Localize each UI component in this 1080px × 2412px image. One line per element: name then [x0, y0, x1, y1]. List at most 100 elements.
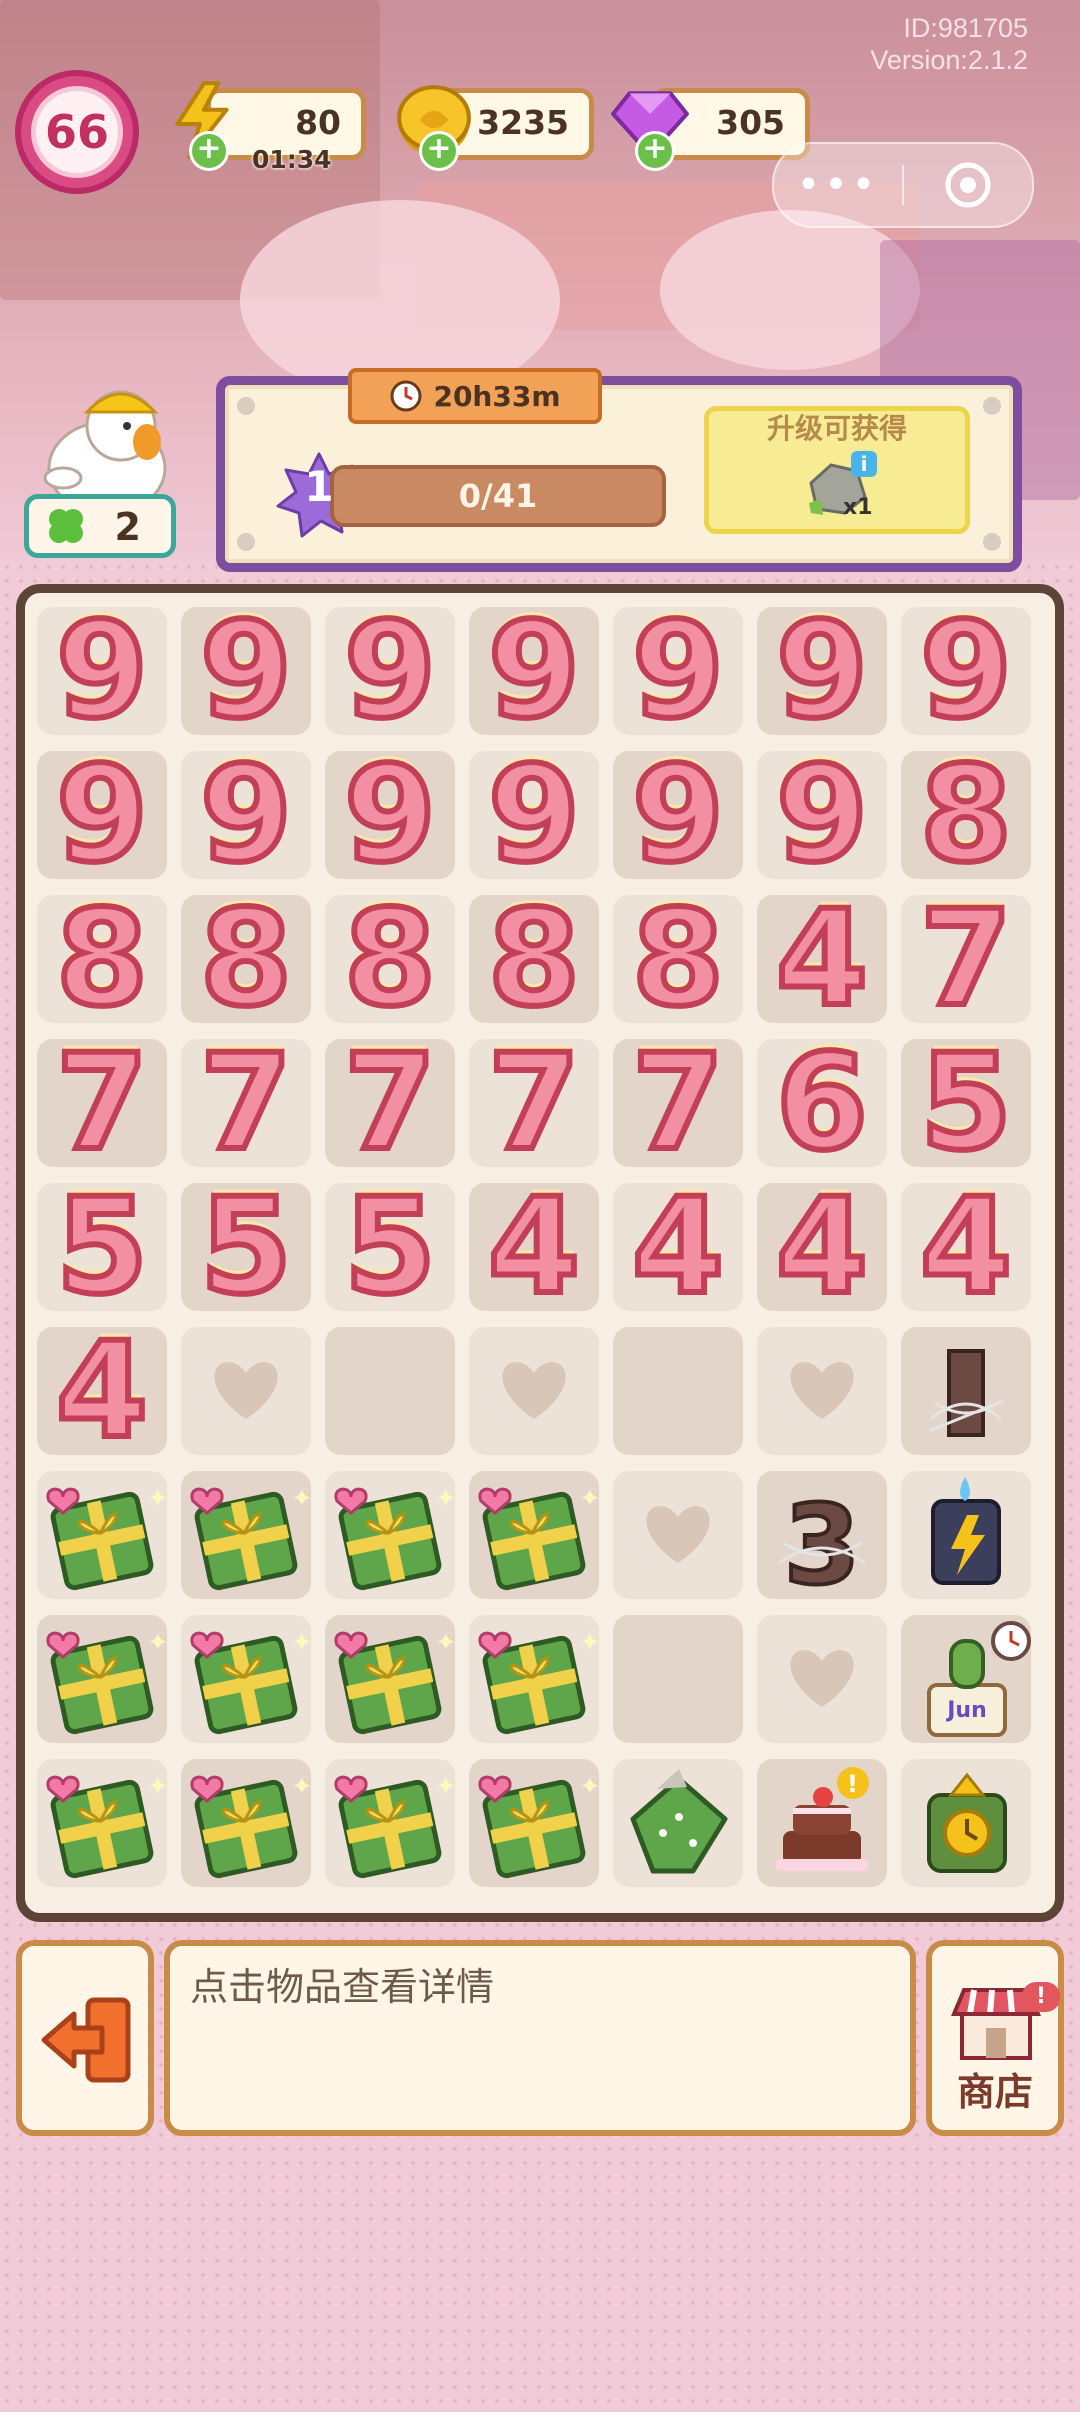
quest-reward[interactable]: 升级可获得 i x1 — [704, 406, 970, 534]
board-cell[interactable]: Jun — [901, 1615, 1031, 1743]
leaf-counter[interactable]: 2 — [24, 494, 176, 558]
board-cell[interactable]: 9 — [325, 744, 455, 886]
board-cell[interactable]: 4 — [613, 1176, 743, 1318]
board-cell[interactable]: 7 — [325, 1032, 455, 1174]
board-cell[interactable]: 4 — [757, 888, 887, 1030]
board-cell[interactable]: 9 — [181, 744, 311, 886]
board-cell[interactable]: 9 — [469, 600, 599, 742]
board-cell[interactable]: 8 — [325, 888, 455, 1030]
board-cell[interactable]: ! — [757, 1759, 887, 1887]
board-cell[interactable]: 9 — [325, 600, 455, 742]
exit-button[interactable] — [16, 1940, 154, 2136]
number-candle-7-icon: 7 — [485, 1026, 583, 1180]
number-candle-9-icon: 9 — [485, 594, 583, 748]
board-cell[interactable]: 5 — [37, 1176, 167, 1318]
cobweb-candle-1-icon — [928, 1349, 1004, 1437]
board-cell[interactable]: 8 — [901, 744, 1031, 886]
board-cell[interactable] — [613, 1471, 743, 1599]
player-id: ID:981705 — [903, 13, 1028, 43]
board-cell[interactable]: ✦ — [325, 1615, 457, 1743]
board-cell[interactable] — [901, 1759, 1031, 1887]
number-candle-4-icon: 4 — [485, 1170, 583, 1324]
number-candle-5-icon: 5 — [341, 1170, 439, 1324]
board-cell[interactable]: 8 — [181, 888, 311, 1030]
board-cell[interactable]: 8 — [37, 888, 167, 1030]
coin-counter[interactable]: + 3235 — [397, 85, 594, 171]
board-cell[interactable]: 8 — [613, 888, 743, 1030]
board-cell[interactable] — [613, 1759, 743, 1887]
board-cell[interactable]: ✦ — [469, 1471, 601, 1599]
board-cell[interactable]: ✦ — [37, 1759, 169, 1887]
board-cell[interactable]: ✦ — [469, 1759, 601, 1887]
board-cell[interactable]: ✦ — [37, 1615, 169, 1743]
board-cell[interactable]: 9 — [181, 600, 311, 742]
board-cell[interactable]: 7 — [469, 1032, 599, 1174]
board-cell[interactable] — [613, 1615, 743, 1743]
quest-progress-text: 0/41 — [458, 477, 538, 515]
more-options-button[interactable]: ••• — [774, 162, 902, 208]
board-cell[interactable] — [757, 1615, 887, 1743]
board-cell[interactable]: 4 — [469, 1176, 599, 1318]
heart-icon — [214, 1362, 278, 1419]
board-cell[interactable]: ✦ — [325, 1471, 457, 1599]
board-cell[interactable]: 9 — [901, 600, 1031, 742]
board-cell[interactable]: 7 — [613, 1032, 743, 1174]
board-cell[interactable]: 9 — [613, 600, 743, 742]
board-cell[interactable] — [613, 1327, 743, 1455]
board-cell[interactable] — [757, 1327, 887, 1455]
board-cell[interactable]: 9 — [757, 600, 887, 742]
reward-info-icon[interactable]: i — [851, 451, 877, 477]
board-cell[interactable]: 9 — [757, 744, 887, 886]
board-cell[interactable]: ✦ — [181, 1759, 313, 1887]
gift-icon: ✦ — [46, 1772, 169, 1879]
board-cell[interactable] — [469, 1327, 599, 1455]
number-candle-4-icon: 4 — [53, 1314, 151, 1468]
board-cell[interactable] — [325, 1327, 455, 1455]
svg-text:3: 3 — [784, 1481, 861, 1609]
board-cell[interactable]: 7 — [901, 888, 1031, 1030]
add-coins-button[interactable]: + — [419, 131, 459, 171]
board-cell[interactable]: ✦ — [37, 1471, 169, 1599]
board-cell[interactable] — [901, 1471, 1031, 1599]
number-candle-7-icon: 7 — [629, 1026, 727, 1180]
player-level-badge[interactable]: 66 — [15, 70, 139, 194]
board-cell[interactable]: 4 — [37, 1320, 167, 1462]
board-cell[interactable]: 9 — [613, 744, 743, 886]
gift-icon: ✦ — [46, 1628, 169, 1735]
board-cell[interactable]: 9 — [37, 600, 167, 742]
number-candle-8-icon: 8 — [629, 882, 727, 1036]
reward-title: 升级可获得 — [766, 412, 907, 445]
gift-icon: ✦ — [478, 1628, 601, 1735]
close-miniprogram-button[interactable] — [904, 159, 1032, 211]
board-cell[interactable]: 9 — [37, 744, 167, 886]
version-info: ID:981705 Version:2.1.2 — [870, 12, 1028, 76]
board-cell[interactable]: 5 — [181, 1176, 311, 1318]
board-cell[interactable]: 3 — [757, 1471, 887, 1611]
board-cell[interactable]: 9 — [469, 744, 599, 886]
add-gems-button[interactable]: + — [635, 131, 675, 171]
number-candle-4-icon: 4 — [629, 1170, 727, 1324]
gift-icon: ✦ — [46, 1484, 169, 1591]
board-cell[interactable]: 8 — [469, 888, 599, 1030]
board-cell[interactable]: 7 — [181, 1032, 311, 1174]
board-cell[interactable]: 7 — [37, 1032, 167, 1174]
add-energy-button[interactable]: + — [189, 131, 229, 171]
shop-button[interactable]: ! 商店 — [926, 1940, 1064, 2136]
board-cell[interactable]: 4 — [757, 1176, 887, 1318]
board-cell[interactable]: ✦ — [181, 1471, 313, 1599]
board-cell[interactable]: 5 — [325, 1176, 455, 1318]
version-text: Version:2.1.2 — [870, 45, 1028, 75]
svg-text:✦: ✦ — [291, 1484, 313, 1514]
gem-counter[interactable]: + 305 — [611, 88, 810, 171]
board-cell[interactable]: 6 — [757, 1032, 887, 1174]
svg-text:✦: ✦ — [147, 1772, 169, 1802]
board-cell[interactable] — [181, 1327, 311, 1455]
heart-icon — [646, 1506, 710, 1563]
board-cell[interactable]: 5 — [901, 1032, 1031, 1174]
board-cell[interactable]: ✦ — [181, 1615, 313, 1743]
board-cell[interactable] — [901, 1327, 1031, 1455]
miniprogram-capsule: ••• — [772, 142, 1034, 228]
board-cell[interactable]: ✦ — [325, 1759, 457, 1887]
board-cell[interactable]: ✦ — [469, 1615, 601, 1743]
board-cell[interactable]: 4 — [901, 1176, 1031, 1318]
